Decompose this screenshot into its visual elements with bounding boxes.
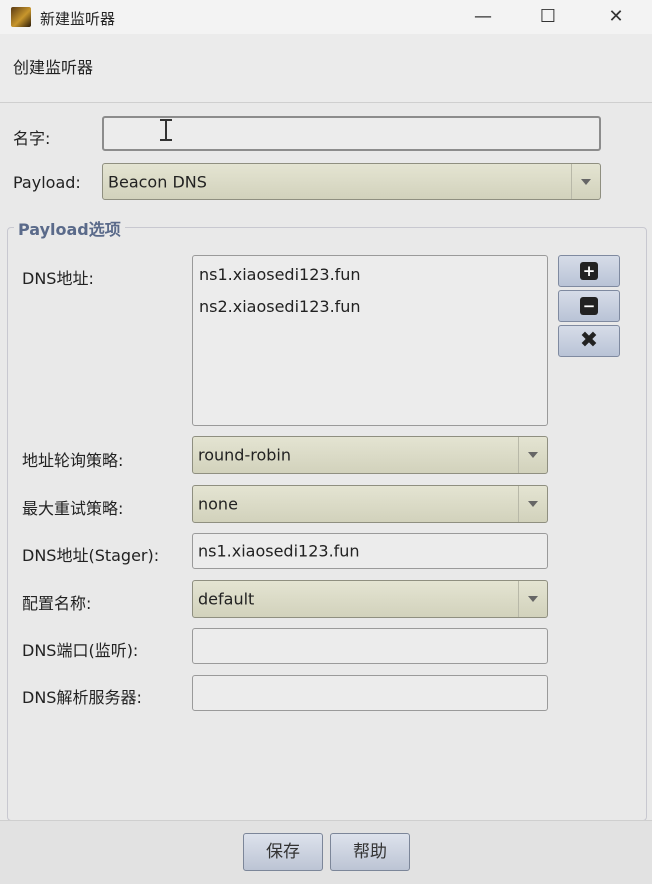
add-host-button[interactable]: + [558,255,620,287]
clear-hosts-button[interactable]: ✖ [558,325,620,357]
name-input[interactable] [102,116,601,151]
chevron-down-icon[interactable] [571,164,600,199]
payload-options-title: Payload选项 [14,216,125,240]
chevron-down-icon[interactable] [518,486,547,522]
minimize-button[interactable]: — [460,2,506,32]
dns-resolver-input[interactable] [192,675,548,711]
minus-icon: − [580,297,598,315]
profile-select-value: default [198,589,255,609]
payload-label: Payload: [13,173,81,192]
max-retry-select[interactable]: none [192,485,548,523]
chevron-down-icon[interactable] [518,581,547,617]
plus-icon: + [580,262,598,280]
payload-select-value: Beacon DNS [108,172,207,191]
close-icon: ✖ [579,328,599,353]
dns-hosts-list[interactable]: ns1.xiaosedi123.fun ns2.xiaosedi123.fun [192,255,548,426]
save-button[interactable]: 保存 [243,833,323,871]
title-bar: 新建监听器 — ☐ ✕ [0,0,652,34]
text-cursor-icon [159,118,173,142]
close-button[interactable]: ✕ [593,2,639,32]
max-retry-label: 最大重试策略: [22,499,124,518]
dialog-header: 创建监听器 [0,34,652,103]
dns-resolver-label: DNS解析服务器: [22,688,142,707]
stager-host-value: ns1.xiaosedi123.fun [198,541,360,561]
max-retry-select-value: none [198,494,238,514]
list-item[interactable]: ns2.xiaosedi123.fun [199,297,361,316]
rotation-select-value: round-robin [198,445,291,465]
remove-host-button[interactable]: − [558,290,620,322]
dns-hosts-label: DNS地址: [22,269,94,288]
maximize-button[interactable]: ☐ [525,2,571,32]
help-button[interactable]: 帮助 [330,833,410,871]
dns-port-input[interactable] [192,628,548,664]
profile-select[interactable]: default [192,580,548,618]
stager-host-label: DNS地址(Stager): [22,546,160,565]
rotation-label: 地址轮询策略: [22,451,124,470]
app-icon [11,7,31,27]
name-label: 名字: [13,129,51,148]
stager-host-input[interactable]: ns1.xiaosedi123.fun [192,533,548,569]
dialog-footer [0,820,652,884]
header-title: 创建监听器 [13,58,94,77]
rotation-select[interactable]: round-robin [192,436,548,474]
list-item[interactable]: ns1.xiaosedi123.fun [199,265,361,284]
chevron-down-icon[interactable] [518,437,547,473]
window-title: 新建监听器 [40,10,116,28]
payload-select[interactable]: Beacon DNS [102,163,601,200]
dns-port-label: DNS端口(监听): [22,641,139,660]
profile-label: 配置名称: [22,594,92,613]
